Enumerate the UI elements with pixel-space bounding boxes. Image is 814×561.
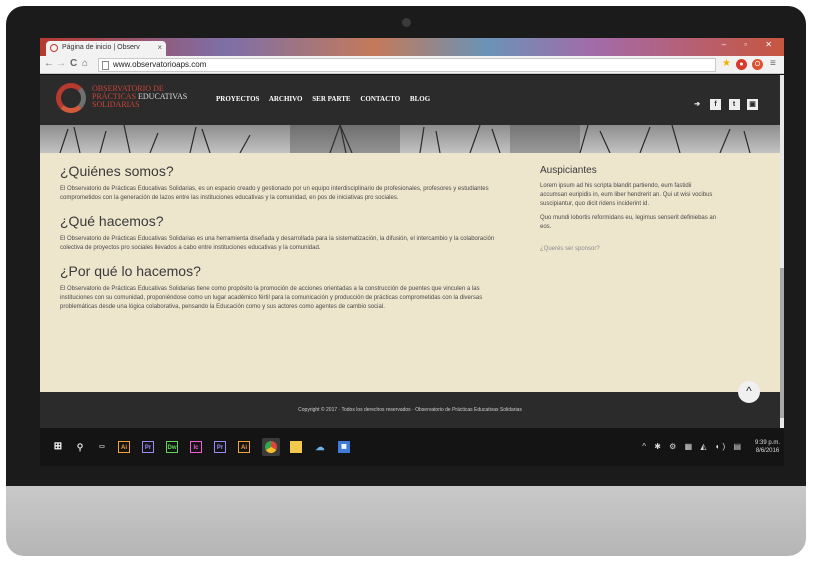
- sidebar: Auspiciantes Lorem ipsum ad his scripta …: [540, 165, 720, 255]
- nav-contacto[interactable]: CONTACTO: [360, 95, 400, 103]
- login-icon[interactable]: ➔: [692, 99, 703, 110]
- nav-proyectos[interactable]: PROYECTOS: [216, 95, 259, 103]
- site-header: OBSERVATORIO DE PRÁCTICAS EDUCATIVAS SOL…: [40, 75, 780, 125]
- logo-line-2b: EDUCATIVAS: [138, 92, 188, 101]
- monitor-bezel: Página de inicio | Observ × – ▫ ✕ ← → C …: [6, 6, 806, 486]
- heading-que-hacemos: ¿Qué hacemos?: [60, 213, 164, 229]
- taskbar-app-2-icon[interactable]: Pr: [142, 441, 154, 453]
- logo-icon[interactable]: [56, 83, 86, 113]
- hero-banner-image: [40, 125, 780, 153]
- scrollbar-thumb[interactable]: [780, 268, 784, 418]
- taskbar-app-4-icon[interactable]: Ic: [190, 441, 202, 453]
- browser-menu-icon[interactable]: ≡: [770, 58, 776, 69]
- page-icon: [102, 61, 109, 70]
- home-button[interactable]: ⌂: [82, 58, 88, 69]
- store-icon[interactable]: ▦: [338, 441, 350, 453]
- site-logo[interactable]: OBSERVATORIO DE PRÁCTICAS EDUCATIVAS SOL…: [92, 85, 187, 109]
- webcam: [402, 18, 411, 27]
- tab-title: Página de inicio | Observ: [62, 44, 140, 51]
- window-controls[interactable]: – ▫ ✕: [722, 40, 780, 49]
- main-nav: PROYECTOS ARCHIVO SER PARTE CONTACTO BLO…: [216, 95, 438, 103]
- system-tray[interactable]: ^ ✱ ⚙ ▦ ◭ ◖) ▤: [642, 442, 744, 451]
- nav-blog[interactable]: BLOG: [410, 95, 430, 103]
- search-icon[interactable]: ⚲: [74, 441, 86, 453]
- paragraph-por-que: El Observatorio de Prácticas Educativas …: [60, 286, 483, 310]
- task-view-icon[interactable]: ▭: [96, 441, 108, 453]
- twitter-icon[interactable]: t: [728, 99, 740, 110]
- windows-start-icon[interactable]: ⊞: [52, 441, 64, 453]
- url-field[interactable]: www.observatorioaps.com: [98, 58, 716, 72]
- extension-icon[interactable]: ●: [736, 59, 747, 70]
- taskbar-app-1-icon[interactable]: Ai: [118, 441, 130, 453]
- social-links: ➔ f t ▣: [689, 93, 758, 111]
- copyright-text: Copyright © 2017 · Todos los derechos re…: [298, 407, 522, 413]
- sponsor-link[interactable]: ¿Querés ser sponsor?: [540, 246, 600, 252]
- content-area: ¿Quiénes somos? El Observatorio de Práct…: [40, 153, 780, 392]
- taskbar-app-6-icon[interactable]: Ai: [238, 441, 250, 453]
- windows-taskbar: ⊞ ⚲ ▭ Ai Pr Dw Ic Pr Ai ☁ ▦ ^ ✱ ⚙ ▦ ◭ ◖)…: [40, 428, 784, 466]
- clock-time: 9:39 p.m.: [754, 440, 780, 446]
- clock[interactable]: 9:39 p.m. 8/6/2016: [755, 439, 780, 455]
- nav-ser-parte[interactable]: SER PARTE: [312, 95, 350, 103]
- favicon-icon: [50, 44, 58, 52]
- bookmark-star-icon[interactable]: ★: [722, 58, 731, 69]
- address-bar-row: ← → C ⌂ www.observatorioaps.com ★ ● O ≡: [40, 56, 784, 74]
- main-column: ¿Quiénes somos? El Observatorio de Práct…: [60, 163, 500, 322]
- monitor: Página de inicio | Observ × – ▫ ✕ ← → C …: [6, 6, 806, 556]
- heading-quienes-somos: ¿Quiénes somos?: [60, 163, 174, 179]
- sidebar-paragraph-1: Lorem ipsum ad his scripta blandit parti…: [540, 183, 713, 207]
- cloud-icon[interactable]: ☁: [314, 441, 326, 453]
- browser-tab-bar: Página de inicio | Observ × – ▫ ✕: [40, 38, 784, 56]
- forward-button[interactable]: →: [56, 58, 66, 69]
- clock-date: 8/6/2016: [755, 448, 780, 454]
- browser-tab[interactable]: Página de inicio | Observ ×: [46, 41, 166, 56]
- back-button[interactable]: ←: [44, 58, 54, 69]
- nav-archivo[interactable]: ARCHIVO: [269, 95, 303, 103]
- paragraph-quienes-somos: El Observatorio de Prácticas Educativas …: [60, 186, 489, 201]
- logo-line-3: SOLIDARIAS: [92, 100, 140, 109]
- file-explorer-icon[interactable]: [290, 441, 302, 453]
- sidebar-paragraph-2: Quo mundi lobortis reformidans eu, legim…: [540, 215, 717, 230]
- monitor-chin: [6, 486, 806, 556]
- opera-icon[interactable]: O: [752, 59, 763, 70]
- site-footer: Copyright © 2017 · Todos los derechos re…: [40, 392, 780, 428]
- reload-button[interactable]: C: [70, 58, 77, 69]
- paragraph-que-hacemos: El Observatorio de Prácticas Educativas …: [60, 236, 495, 251]
- facebook-icon[interactable]: f: [710, 99, 722, 110]
- url-text: www.observatorioaps.com: [113, 60, 207, 69]
- tab-close-icon[interactable]: ×: [157, 43, 162, 52]
- screen: Página de inicio | Observ × – ▫ ✕ ← → C …: [40, 38, 784, 466]
- sidebar-title: Auspiciantes: [540, 165, 597, 176]
- scroll-to-top-button[interactable]: ^: [738, 381, 760, 403]
- chrome-icon: [265, 441, 277, 453]
- instagram-icon[interactable]: ▣: [747, 99, 758, 110]
- taskbar-app-5-icon[interactable]: Pr: [214, 441, 226, 453]
- taskbar-app-3-icon[interactable]: Dw: [166, 441, 178, 453]
- heading-por-que: ¿Por qué lo hacemos?: [60, 263, 201, 279]
- chrome-taskbar-button[interactable]: [262, 438, 280, 456]
